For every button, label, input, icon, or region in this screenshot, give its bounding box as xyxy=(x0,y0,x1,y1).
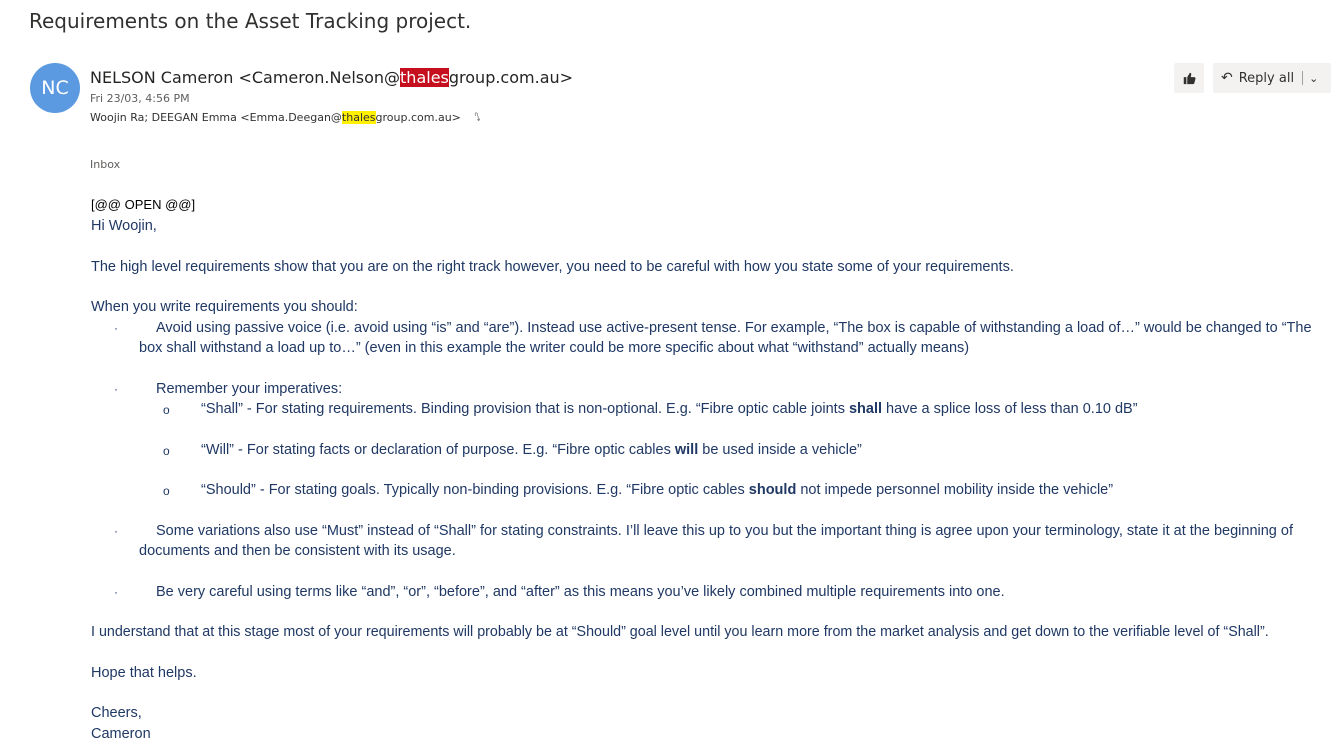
bullet-icon: · xyxy=(114,381,118,396)
chevron-down-icon[interactable]: ⌄ xyxy=(1309,72,1318,85)
sender-name-suffix: group.com.au> xyxy=(448,68,574,87)
bullet-text: Avoid using passive voice (i.e. avoid us… xyxy=(139,319,1312,357)
recipients-prefix: Woojin Ra; DEEGAN Emma <Emma.Deegan@ xyxy=(90,111,342,124)
list-item: o “Will” - For stating facts or declarat… xyxy=(91,440,1336,461)
intro-paragraph: The high level requirements show that yo… xyxy=(91,258,1014,275)
sender-avatar[interactable]: NC xyxy=(30,63,80,113)
circle-bullet-icon: o xyxy=(163,443,170,458)
recipients-suffix: group.com.au> xyxy=(375,111,461,124)
recipients-line[interactable]: Woojin Ra; DEEGAN Emma <Emma.Deegan@thal… xyxy=(90,111,480,124)
list-item: · Some variations also use “Must” instea… xyxy=(91,521,1336,562)
list-item: o “Shall” - For stating requirements. Bi… xyxy=(91,399,1336,420)
sender-name[interactable]: NELSON Cameron <Cameron.Nelson@thalesgro… xyxy=(90,68,573,87)
divider xyxy=(1302,71,1304,85)
expand-recipients-icon[interactable]: ⭛ xyxy=(474,111,480,124)
circle-bullet-icon: o xyxy=(163,484,170,498)
sub-text-pre: “Shall” - For stating requirements. Bind… xyxy=(201,401,849,417)
bullet-text: Remember your imperatives: xyxy=(156,380,343,397)
list-item: · Remember your imperatives: xyxy=(91,379,1336,400)
search-highlight: thales xyxy=(400,68,449,87)
bullet-text: Some variations also use “Must” instead … xyxy=(139,522,1293,560)
list-intro: When you write requirements you should: xyxy=(91,299,358,315)
closing-paragraph: I understand that at this stage most of … xyxy=(91,624,1269,640)
sub-text-bold: shall xyxy=(848,401,883,417)
sub-text-pre: “Will” - For stating facts or declaratio… xyxy=(201,441,675,458)
search-highlight: thales xyxy=(341,111,376,124)
bullet-icon: · xyxy=(114,523,118,538)
bullet-icon: · xyxy=(114,320,118,335)
signature: Cameron xyxy=(91,725,151,742)
reply-all-group[interactable]: ↶ Reply all ⌄ xyxy=(1213,63,1331,93)
list-item: · Be very careful using terms like “and”… xyxy=(91,582,1336,603)
sender-name-prefix: NELSON Cameron <Cameron.Nelson@ xyxy=(90,68,401,87)
reply-all-button[interactable]: Reply all xyxy=(1239,71,1294,86)
reply-all-icon: ↶ xyxy=(1221,70,1233,86)
signoff: Cheers, xyxy=(91,705,142,721)
bullet-text: Be very careful using terms like “and”, … xyxy=(156,583,1005,600)
sub-text-bold: will xyxy=(674,441,699,458)
sent-date: Fri 23/03, 4:56 PM xyxy=(90,92,190,105)
sub-text-post: not impede personnel mobility inside the… xyxy=(796,482,1114,498)
folder-label[interactable]: Inbox xyxy=(90,158,120,171)
list-item: · Avoid using passive voice (i.e. avoid … xyxy=(91,318,1336,359)
greeting: Hi Woojin, xyxy=(91,218,157,234)
sub-text-bold: should xyxy=(748,482,797,498)
sub-text-post: be used inside a vehicle” xyxy=(698,441,862,458)
hope-line: Hope that helps. xyxy=(91,664,197,681)
bullet-icon: · xyxy=(114,584,118,599)
thumbs-up-icon xyxy=(1183,72,1196,85)
list-item: o “Should” - For stating goals. Typicall… xyxy=(91,480,1336,501)
sub-text-post: have a splice loss of less than 0.10 dB” xyxy=(882,401,1138,417)
email-subject: Requirements on the Asset Tracking proje… xyxy=(29,9,472,33)
message-body: [@@ OPEN @@] Hi Woojin, The high level r… xyxy=(91,197,1336,744)
circle-bullet-icon: o xyxy=(163,403,170,417)
sub-text-pre: “Should” - For stating goals. Typically … xyxy=(201,482,749,498)
open-tag: [@@ OPEN @@] xyxy=(91,197,196,212)
like-button[interactable] xyxy=(1174,63,1204,93)
